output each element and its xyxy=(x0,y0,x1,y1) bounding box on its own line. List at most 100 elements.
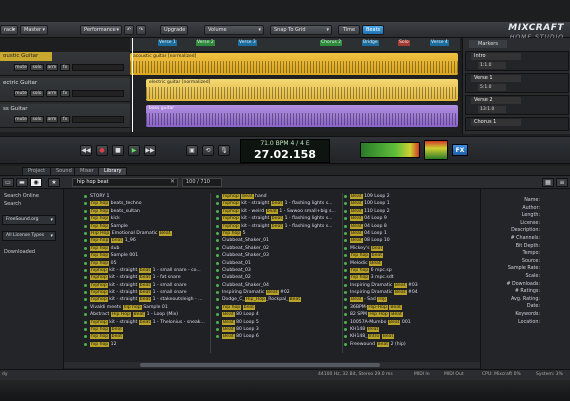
downloaded-filter[interactable]: Downloaded xyxy=(4,249,35,255)
marker-position[interactable]: 5:1.0 xyxy=(478,84,506,91)
tab-library[interactable]: Library xyxy=(98,167,128,176)
volume-dropdown[interactable]: Volume xyxy=(204,25,264,35)
library-item[interactable]: Clubbeat_Shaker_01 xyxy=(216,237,344,244)
library-item[interactable]: hiphop beat hand xyxy=(216,193,344,200)
library-item[interactable]: Beat 110 Loop 2 xyxy=(344,208,472,215)
solo-button[interactable]: solo xyxy=(30,90,44,97)
library-item[interactable]: hip hop Sample 001 xyxy=(84,252,212,259)
tempo-signature-readout[interactable]: 71.0 BPM 4 / 4 E xyxy=(241,140,329,148)
library-item[interactable]: hiphop kit - straight beat 1 - fat snare xyxy=(84,274,212,281)
arrangement-area[interactable]: acoustic guitar [normalized] electric gu… xyxy=(130,52,460,132)
library-item[interactable]: Clubbeat_03 xyxy=(216,267,344,274)
snap-dropdown[interactable]: Snap To Grid xyxy=(270,25,332,35)
ruler-marker[interactable]: Chorus 2 xyxy=(320,40,343,46)
ruler-marker[interactable]: Bridge xyxy=(362,40,379,46)
library-item[interactable]: Beat 04 Loop 8 xyxy=(344,223,472,230)
results-scroll-thumb[interactable] xyxy=(140,363,380,367)
library-item[interactable]: Beat 08 Loop 10 xyxy=(344,237,472,244)
library-item[interactable]: hip hop dub xyxy=(84,245,212,252)
library-item[interactable]: hip hop 6 mpc.sp xyxy=(344,267,472,274)
library-item[interactable]: hiphop kit - straight beat 1 - small sna… xyxy=(84,282,212,289)
tab-project[interactable]: Project xyxy=(22,167,52,176)
time-display[interactable]: 71.0 BPM 4 / 4 E 27.02.158 xyxy=(240,139,330,163)
fx-button[interactable]: fx xyxy=(60,64,70,71)
library-item[interactable]: hip hop 12 xyxy=(84,341,212,348)
loop-icon[interactable]: ⟲ xyxy=(202,145,214,156)
license-dropdown[interactable]: All License Types xyxy=(2,231,56,241)
marker-row[interactable]: Chorus 1 xyxy=(465,117,569,131)
marker-position[interactable]: 13:1.0 xyxy=(478,106,506,113)
rewind-icon[interactable]: ◀◀ xyxy=(80,145,92,156)
track-header[interactable]: ectric Guitar mute solo arm fx xyxy=(0,78,130,102)
track-volume-slider[interactable] xyxy=(72,116,124,123)
fx-button[interactable]: fx xyxy=(60,90,70,97)
arm-button[interactable]: arm xyxy=(46,64,58,71)
undo-icon[interactable]: ↶ xyxy=(124,25,134,35)
ruler-marker[interactable]: Verse 2 xyxy=(196,40,215,46)
master-dropdown[interactable]: Master xyxy=(20,25,48,35)
source-dropdown[interactable]: FreeSound.org xyxy=(2,215,56,225)
track-name[interactable]: ectric Guitar xyxy=(3,80,37,86)
library-item[interactable]: 10057A-Mumbo Beat 001 xyxy=(344,319,472,326)
library-item[interactable]: hiphop kit - straight beat 1 - flashing … xyxy=(216,200,344,207)
mute-button[interactable]: mute xyxy=(14,116,28,123)
folder-icon[interactable]: ▭ xyxy=(2,178,14,187)
marker-row[interactable]: Verse 1 5:1.0 xyxy=(465,73,569,93)
library-item[interactable]: Inspiring Dramatic Beat #03 xyxy=(344,282,472,289)
marker-name[interactable]: Verse 1 xyxy=(471,75,521,82)
library-item[interactable]: KH148_Intro Beat xyxy=(344,333,472,340)
markers-tab[interactable]: Markers xyxy=(469,40,507,48)
library-item[interactable]: Dodge_C_Hip_Hop_Rockpal_Beat xyxy=(216,296,344,303)
arm-button[interactable]: arm xyxy=(46,116,58,123)
marker-name[interactable]: Intro xyxy=(471,53,521,60)
library-item[interactable]: hiphop kit - straight beat 1 - small sna… xyxy=(84,289,212,296)
library-search-input[interactable]: hip hop beat xyxy=(72,178,178,187)
beats-toggle[interactable]: Beats xyxy=(362,25,384,35)
upgrade-button[interactable]: Upgrade xyxy=(160,25,188,35)
tab-mixer[interactable]: Mixer xyxy=(74,167,100,176)
audio-clip[interactable]: electric guitar [normalized] xyxy=(146,79,458,101)
library-item[interactable]: hip-hop beat 1_96 xyxy=(84,237,212,244)
marker-row[interactable]: Verse 2 13:1.0 xyxy=(465,95,569,115)
library-item[interactable]: Clubbeat_Shaker_02 xyxy=(216,245,344,252)
library-item[interactable]: hiphop kit - weird beat 1 - Swwoo small+… xyxy=(216,208,344,215)
library-item[interactable]: Clubbeat_Shaker_04 xyxy=(216,282,344,289)
library-item[interactable]: hip hop beat xyxy=(344,252,472,259)
marker-position[interactable]: 1:1.0 xyxy=(478,62,506,69)
ruler-marker[interactable]: Verse 1 xyxy=(158,40,177,46)
library-item[interactable]: Beat 80 Loop 5 xyxy=(216,319,344,326)
library-item[interactable]: Melodic Beat xyxy=(344,260,472,267)
track-header[interactable]: oustic Guitar mute solo arm fx xyxy=(0,52,130,76)
library-item[interactable]: Beat 100 Loop 1 xyxy=(344,200,472,207)
library-item[interactable]: hip hop 5 xyxy=(216,230,344,237)
library-item[interactable]: hip hop 3 mpc.sdt xyxy=(344,274,472,281)
loop-region-icon[interactable]: ▣ xyxy=(186,145,198,156)
online-icon[interactable]: ◉ xyxy=(30,178,42,187)
track-name[interactable]: ss Guitar xyxy=(3,106,28,112)
library-item[interactable]: 82 SPM Hip Hop Beat xyxy=(344,311,472,318)
library-item[interactable]: hip hop beat xyxy=(84,333,212,340)
timeline-ruler[interactable]: Verse 1 Verse 2 Verse 3 Chorus 2 Bridge … xyxy=(130,38,460,52)
library-item[interactable]: Clubbeat_Shaker_03 xyxy=(216,252,344,259)
arm-button[interactable]: arm xyxy=(46,90,58,97)
library-item[interactable]: Hip Hop Emotional Dramatic Beat xyxy=(84,230,212,237)
library-item[interactable]: hip hop beats_sultan xyxy=(84,208,212,215)
track-menu-button[interactable]: rack xyxy=(0,25,18,35)
ruler-marker[interactable]: Verse 3 xyxy=(238,40,257,46)
solo-button[interactable]: solo xyxy=(30,116,44,123)
track-header[interactable]: ss Guitar mute solo arm fx xyxy=(0,104,130,128)
track-volume-slider[interactable] xyxy=(72,64,124,71)
play-icon[interactable]: ▶ xyxy=(128,145,140,156)
library-item[interactable]: hiphop kit - straight beat 1 - flashing … xyxy=(216,223,344,230)
marker-row[interactable]: Intro 1:1.0 xyxy=(465,51,569,71)
stop-icon[interactable]: ■ xyxy=(112,145,124,156)
mute-button[interactable]: mute xyxy=(14,90,28,97)
performance-button[interactable]: Performance xyxy=(80,25,122,35)
mute-button[interactable]: mute xyxy=(14,64,28,71)
record-icon[interactable]: ● xyxy=(96,145,108,156)
library-item[interactable]: hip hop Sample xyxy=(84,223,212,230)
library-item[interactable]: Beat 80 Loop 6 xyxy=(216,333,344,340)
marker-name[interactable]: Chorus 1 xyxy=(471,119,521,126)
open-folder-icon[interactable]: ▬ xyxy=(16,178,28,187)
library-item[interactable]: hip hop beat xyxy=(84,326,212,333)
